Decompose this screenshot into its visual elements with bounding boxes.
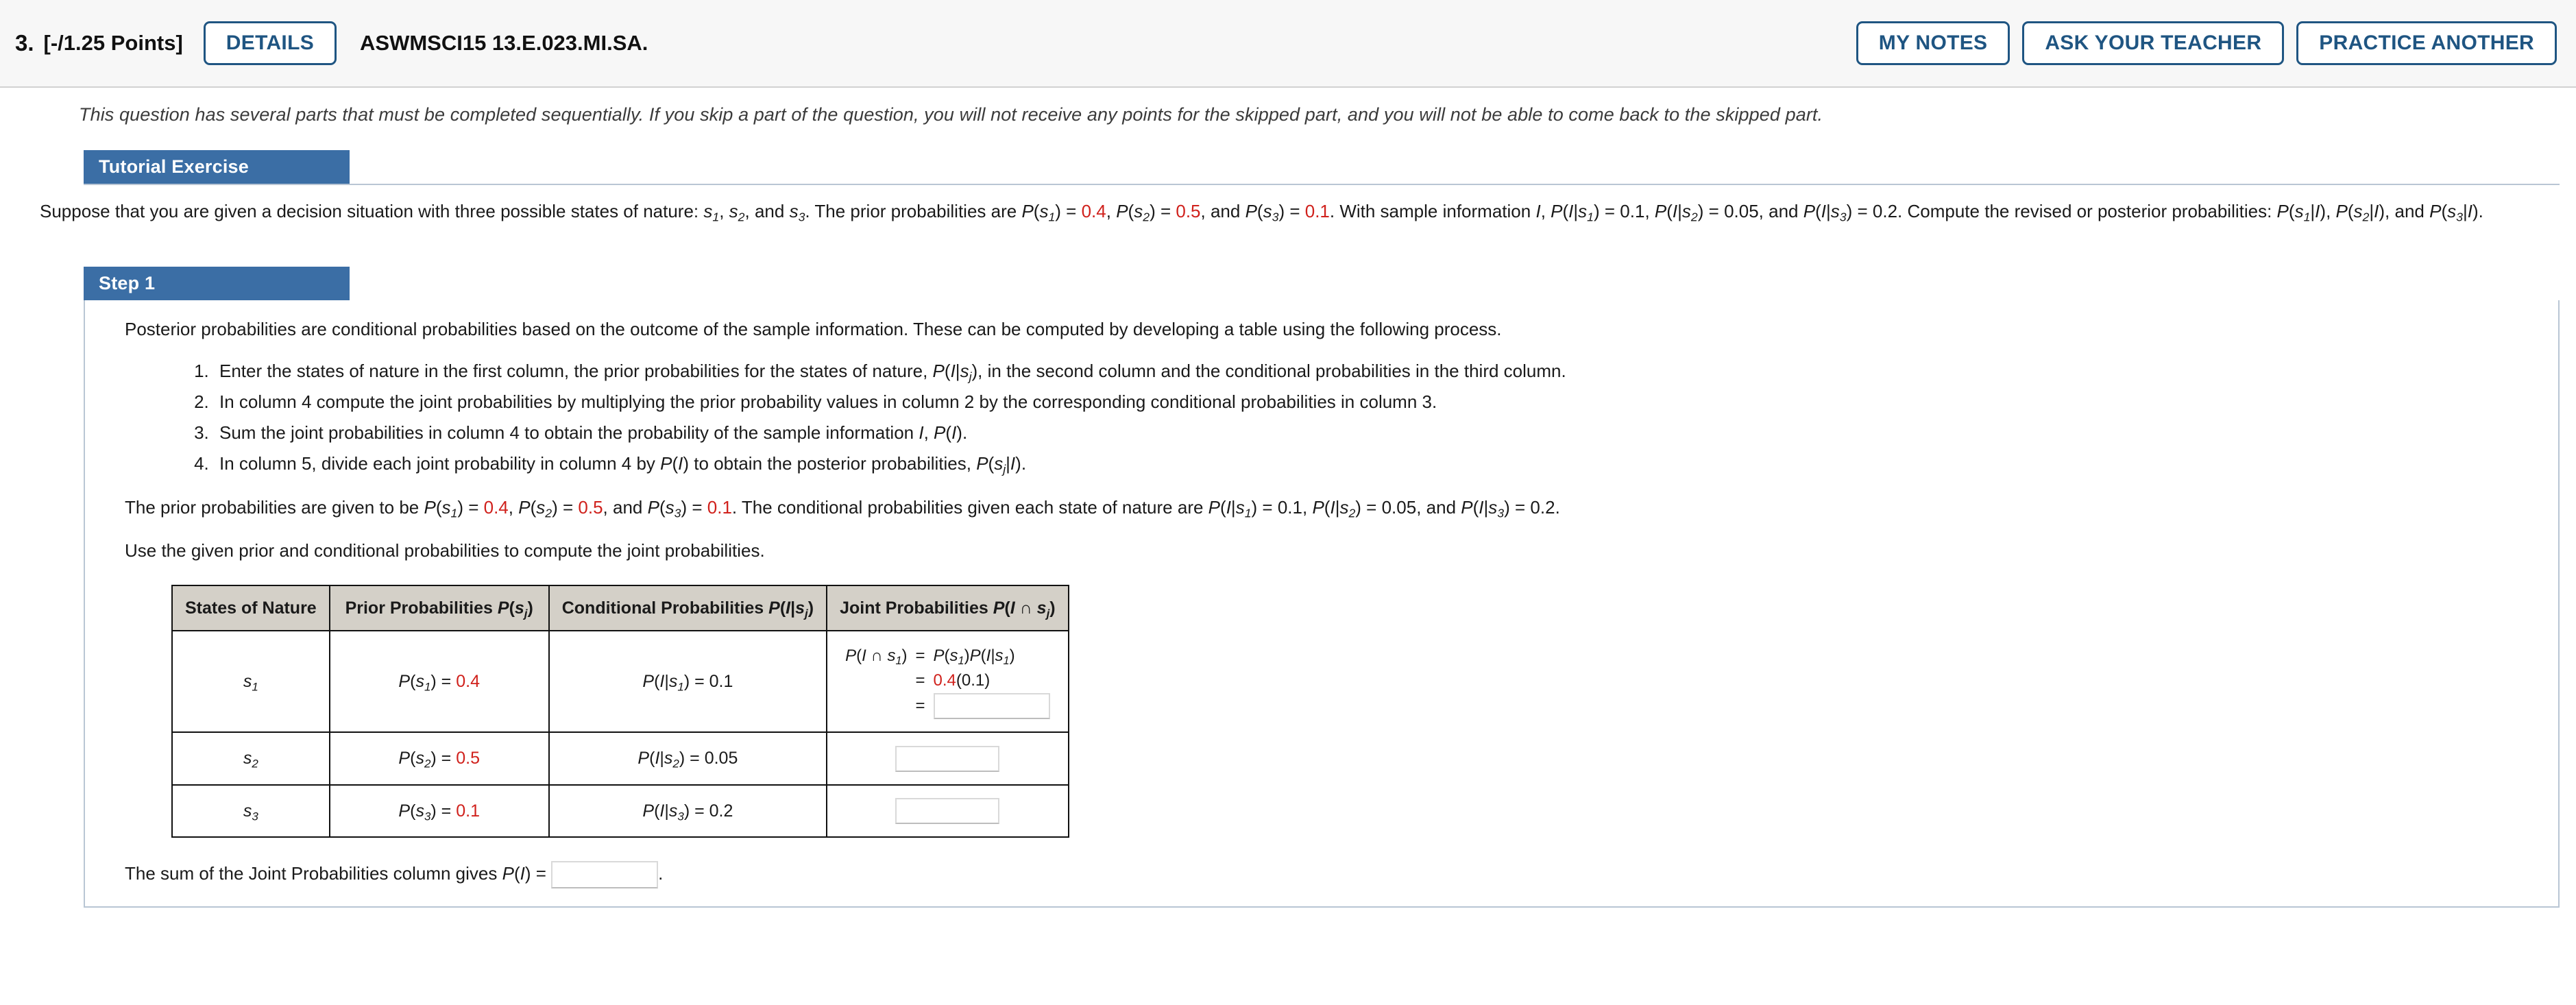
column-header-prior-label: Prior Probabilities (345, 598, 493, 618)
column-header-states: States of Nature (171, 584, 330, 632)
cell-state-1: s1 (171, 630, 330, 734)
tutorial-problem-statement: Suppose that you are given a decision si… (40, 201, 2483, 224)
question-number: 3. (15, 30, 34, 56)
list-item-4-head: In column 5, divide each joint probabili… (219, 452, 661, 474)
table-header-row: States of Nature Prior Probabilities P(s… (171, 584, 1069, 632)
cell-conditional-3: P(I|s3) = 0.2 (548, 784, 828, 838)
column-header-joint-label: Joint Probabilities (840, 598, 988, 618)
list-item: In column 5, divide each joint probabili… (214, 450, 2538, 477)
sequential-parts-notice: This question has several parts that mus… (79, 104, 1823, 125)
step-1-process-list: Enter the states of nature in the first … (125, 358, 2538, 477)
list-item-4-mid: to obtain the posterior probabilities, (689, 452, 977, 474)
cell-state-2: s2 (171, 731, 330, 786)
cell-state-3: s3 (171, 784, 330, 838)
row-3-conditional-value: 0.2 (709, 801, 733, 821)
row-3-prior-value: 0.1 (456, 801, 480, 821)
step-1-tab: Step 1 (84, 266, 350, 300)
step1-cond-1: 0.1 (1277, 496, 1302, 518)
joint-probability-input-3[interactable] (895, 798, 1000, 824)
joint-probability-input-2[interactable] (895, 745, 1000, 772)
step-1-section: Step 1 Posterior probabilities are condi… (0, 266, 2576, 908)
header-actions: MY NOTES ASK YOUR TEACHER PRACTICE ANOTH… (1856, 21, 2557, 65)
cell-conditional-1: P(I|s1) = 0.1 (548, 630, 828, 734)
list-item-1-tail: , in the second column and the condition… (977, 360, 1566, 381)
details-button[interactable]: DETAILS (203, 21, 337, 65)
cell-conditional-2: P(I|s2) = 0.05 (548, 731, 828, 786)
column-header-prior: Prior Probabilities P(sj) (328, 584, 550, 632)
state-3-subscript: 3 (252, 810, 258, 823)
step1-cond-2: 0.05 (1381, 496, 1417, 518)
row-1-prior-value: 0.4 (456, 672, 480, 692)
sum-probability-input[interactable] (551, 861, 659, 889)
sum-line-prefix: The sum of the Joint Probabilities colum… (125, 863, 502, 884)
cell-prior-1: P(s1) = 0.4 (328, 630, 550, 734)
cell-joint-2 (826, 731, 1069, 786)
table-row: s3 P(s3) = 0.1 P(I|s3) = 0.2 (171, 784, 1069, 838)
joint-probability-input-1[interactable] (933, 693, 1050, 720)
tutorial-cond-3: 0.2 (1872, 201, 1898, 221)
my-notes-button[interactable]: MY NOTES (1856, 21, 2010, 65)
step-1-instruction: Use the given prior and conditional prob… (125, 540, 765, 561)
state-1-subscript: 1 (252, 680, 258, 694)
step-1-body: Posterior probabilities are conditional … (85, 300, 2558, 906)
cell-prior-2: P(s2) = 0.5 (328, 731, 550, 786)
column-header-joint: Joint Probabilities P(I ∩ sj) (826, 584, 1069, 632)
sum-line-suffix: . (658, 863, 664, 884)
step1-prior-2: 0.5 (578, 496, 603, 518)
joint-probabilities-table: States of Nature Prior Probabilities P(s… (171, 584, 1069, 838)
tutorial-cond-1: 0.1 (1620, 201, 1645, 221)
cell-prior-3: P(s3) = 0.1 (328, 784, 550, 838)
column-header-conditional: Conditional Probabilities P(I|sj) (548, 584, 828, 632)
list-item-3-head: Sum the joint probabilities in column 4 … (219, 422, 919, 443)
row-2-conditional-value: 0.05 (704, 749, 738, 768)
list-item: Enter the states of nature in the first … (214, 358, 2538, 385)
row-1-joint-second-factor: 0.1 (961, 671, 985, 690)
table-head: States of Nature Prior Probabilities P(s… (171, 584, 1069, 632)
step1-prior-1: 0.4 (483, 496, 509, 518)
row-1-joint-first-factor: 0.4 (933, 671, 956, 690)
step1-cond-3: 0.2 (1530, 496, 1555, 518)
question-points: [-/1.25 Points] (43, 31, 183, 55)
step-1-given-values: The prior probabilities are given to be … (125, 496, 1560, 520)
tutorial-exercise-body: Suppose that you are given a decision si… (0, 185, 2576, 242)
cell-joint-3 (826, 784, 1069, 838)
row-1-conditional-value: 0.1 (709, 672, 733, 692)
tutorial-cond-2: 0.05 (1724, 201, 1759, 221)
tutorial-prior-2: 0.5 (1176, 201, 1201, 221)
practice-another-button[interactable]: PRACTICE ANOTHER (2296, 21, 2557, 65)
joint-calc-line-3: P(I ∩ s1) = (845, 693, 1050, 720)
joint-calc-line-2: P(I ∩ s1) = 0.4(0.1) (915, 671, 991, 690)
step-1-box: Posterior probabilities are conditional … (84, 300, 2560, 908)
state-2-subscript: 2 (252, 757, 258, 771)
tutorial-exercise-tab: Tutorial Exercise (84, 150, 350, 184)
row-2-prior-value: 0.5 (456, 749, 480, 768)
table-row: s1 P(s1) = 0.4 P(I|s1) = 0.1 P(I ∩ s1) =… (171, 630, 1069, 734)
ask-your-teacher-button[interactable]: ASK YOUR TEACHER (2022, 21, 2285, 65)
tutorial-prior-1: 0.4 (1081, 201, 1106, 221)
table-row: s2 P(s2) = 0.5 P(I|s2) = 0.05 (171, 731, 1069, 786)
joint-calc-line-1: P(I ∩ s1) = P(s1)P(I|s1) (845, 646, 1015, 668)
joint-calculation-1: P(I ∩ s1) = P(s1)P(I|s1) P(I ∩ s1) = 0.4… (845, 644, 1050, 720)
sum-of-joint-probabilities-line: The sum of the Joint Probabilities colum… (125, 861, 2538, 889)
list-item: Sum the joint probabilities in column 4 … (214, 420, 2538, 446)
step-1-intro: Posterior probabilities are conditional … (125, 318, 1502, 339)
table-body: s1 P(s1) = 0.4 P(I|s1) = 0.1 P(I ∩ s1) =… (171, 630, 1069, 838)
question-code: ASWMSCI15 13.E.023.MI.SA. (360, 31, 648, 55)
list-item: In column 4 compute the joint probabilit… (214, 389, 2538, 415)
question-header-bar: 3. [-/1.25 Points] DETAILS ASWMSCI15 13.… (0, 0, 2576, 88)
tutorial-prior-3: 0.1 (1304, 201, 1330, 221)
column-header-conditional-label: Conditional Probabilities (561, 598, 764, 618)
tutorial-exercise-section: Tutorial Exercise Suppose that you are g… (0, 150, 2576, 242)
cell-joint-1: P(I ∩ s1) = P(s1)P(I|s1) P(I ∩ s1) = 0.4… (826, 630, 1069, 734)
step1-prior-3: 0.1 (707, 496, 732, 518)
